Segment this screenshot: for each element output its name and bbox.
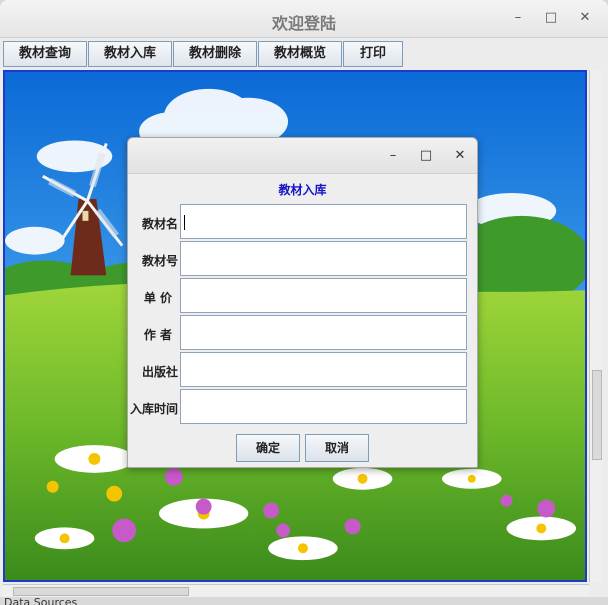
vertical-scrollbar[interactable]	[589, 70, 603, 582]
field-label-textbook-number: 教材号	[141, 254, 178, 268]
confirm-button[interactable]: 确定	[236, 434, 300, 462]
window-titlebar[interactable]: 欢迎登陆 – □ ✕	[0, 0, 608, 38]
unit-price-input[interactable]	[180, 278, 467, 313]
textbook-number-input[interactable]	[180, 241, 467, 276]
maximize-icon[interactable]: □	[543, 10, 559, 26]
stock-in-time-input[interactable]	[180, 389, 467, 424]
text-caret	[184, 215, 185, 230]
menu-button-print[interactable]: 打印	[343, 41, 403, 67]
menu-button-stock-in[interactable]: 教材入库	[88, 41, 172, 67]
background-status-text: Data Sources	[4, 596, 78, 605]
menu-bar: 教材查询 教材入库 教材删除 教材概览 打印	[0, 38, 608, 68]
field-label-unit-price: 单 价	[143, 291, 172, 305]
dialog-close-icon[interactable]: ✕	[452, 148, 468, 164]
menu-button-delete[interactable]: 教材删除	[173, 41, 257, 67]
field-label-author: 作 者	[143, 328, 172, 342]
close-icon[interactable]: ✕	[577, 10, 593, 26]
cancel-button[interactable]: 取消	[305, 434, 369, 462]
stock-in-dialog: – □ ✕ 教材入库 教材名 教材号 单 价 作 者 出版社 入库时间 确定 取…	[127, 137, 478, 468]
dialog-titlebar[interactable]: – □ ✕	[128, 138, 477, 174]
vertical-scrollbar-thumb[interactable]	[592, 370, 602, 460]
minimize-icon[interactable]: –	[510, 10, 526, 26]
dialog-maximize-icon[interactable]: □	[418, 148, 434, 164]
field-label-textbook-name: 教材名	[141, 217, 178, 231]
menu-button-overview[interactable]: 教材概览	[258, 41, 342, 67]
author-input[interactable]	[180, 315, 467, 350]
dialog-minimize-icon[interactable]: –	[385, 148, 401, 164]
textbook-name-input[interactable]	[180, 204, 467, 239]
field-label-publisher: 出版社	[141, 365, 178, 379]
publisher-input[interactable]	[180, 352, 467, 387]
dialog-heading: 教材入库	[278, 183, 327, 197]
menu-button-query[interactable]: 教材查询	[3, 41, 87, 67]
horizontal-scrollbar[interactable]	[3, 584, 589, 597]
horizontal-scrollbar-thumb[interactable]	[13, 587, 189, 596]
field-label-stock-in-time: 入库时间	[129, 402, 178, 416]
